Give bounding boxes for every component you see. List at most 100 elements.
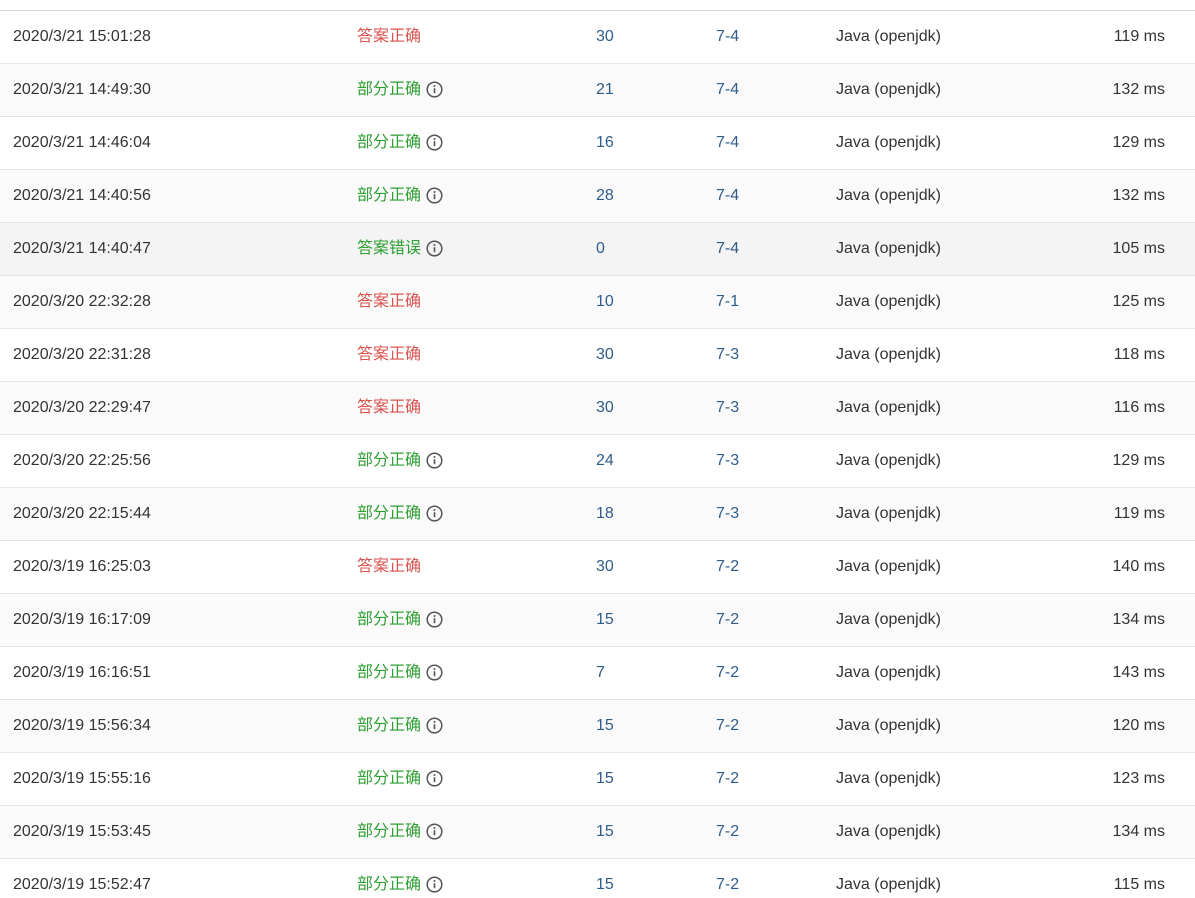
info-icon[interactable]: [426, 133, 443, 151]
score-link[interactable]: 15: [596, 700, 614, 752]
table-row: 2020/3/19 15:56:34 部分正确 15 7-2 Java (ope…: [0, 700, 1195, 753]
run-time: 129 ms: [1112, 134, 1165, 151]
submit-time: 2020/3/19 15:53:45: [13, 823, 151, 840]
judge-status: 部分正确: [357, 806, 443, 858]
submit-time: 2020/3/21 14:46:04: [13, 134, 151, 151]
run-time: 132 ms: [1112, 187, 1165, 204]
compiler-label: Java (openjdk): [836, 452, 941, 469]
judge-status-label: 部分正确: [357, 823, 422, 840]
judge-status: 答案错误: [357, 223, 443, 275]
problem-link[interactable]: 7-2: [716, 700, 739, 752]
judge-status-label: 部分正确: [357, 187, 422, 204]
judge-status-label: 部分正确: [357, 452, 422, 469]
compiler-label: Java (openjdk): [836, 611, 941, 628]
problem-link[interactable]: 7-3: [716, 435, 739, 487]
submit-time: 2020/3/21 14:40:56: [13, 187, 151, 204]
table-row: 2020/3/19 16:16:51 部分正确 7 7-2 Java (open…: [0, 647, 1195, 700]
judge-status-label: 答案正确: [357, 293, 422, 310]
judge-status-label: 答案正确: [357, 558, 422, 575]
judge-status: 部分正确: [357, 859, 443, 898]
judge-status: 答案正确: [357, 382, 421, 434]
run-time: 123 ms: [1112, 770, 1165, 787]
score-link[interactable]: 0: [596, 223, 605, 275]
info-icon[interactable]: [426, 716, 443, 734]
info-icon[interactable]: [426, 769, 443, 787]
submit-time: 2020/3/20 22:29:47: [13, 399, 151, 416]
table-row: 2020/3/19 15:52:47 部分正确 15 7-2 Java (ope…: [0, 859, 1195, 898]
score-link[interactable]: 30: [596, 382, 614, 434]
table-row: 2020/3/21 14:49:30 部分正确 21 7-4 Java (ope…: [0, 64, 1195, 117]
problem-link[interactable]: 7-2: [716, 541, 739, 593]
submit-time: 2020/3/21 14:40:47: [13, 240, 151, 257]
problem-link[interactable]: 7-2: [716, 647, 739, 699]
score-link[interactable]: 24: [596, 435, 614, 487]
submit-time: 2020/3/19 15:56:34: [13, 717, 151, 734]
info-icon[interactable]: [426, 451, 443, 469]
compiler-label: Java (openjdk): [836, 240, 941, 257]
info-icon[interactable]: [426, 504, 443, 522]
score-link[interactable]: 15: [596, 859, 614, 898]
table-row: 2020/3/20 22:25:56 部分正确 24 7-3 Java (ope…: [0, 435, 1195, 488]
score-link[interactable]: 16: [596, 117, 614, 169]
judge-status: 答案正确: [357, 541, 421, 593]
score-link[interactable]: 10: [596, 276, 614, 328]
judge-status: 部分正确: [357, 700, 443, 752]
run-time: 125 ms: [1112, 293, 1165, 310]
run-time: 134 ms: [1112, 611, 1165, 628]
submit-time: 2020/3/19 16:17:09: [13, 611, 151, 628]
info-icon[interactable]: [426, 80, 443, 98]
score-link[interactable]: 28: [596, 170, 614, 222]
run-time: 120 ms: [1112, 717, 1165, 734]
problem-link[interactable]: 7-1: [716, 276, 739, 328]
score-link[interactable]: 30: [596, 541, 614, 593]
score-link[interactable]: 15: [596, 806, 614, 858]
judge-status: 答案正确: [357, 11, 421, 63]
score-link[interactable]: 30: [596, 329, 614, 381]
info-icon[interactable]: [426, 239, 443, 257]
problem-link[interactable]: 7-4: [716, 117, 739, 169]
problem-link[interactable]: 7-2: [716, 806, 739, 858]
problem-link[interactable]: 7-2: [716, 594, 739, 646]
judge-status: 部分正确: [357, 117, 443, 169]
info-icon[interactable]: [426, 875, 443, 893]
problem-link[interactable]: 7-2: [716, 859, 739, 898]
info-icon[interactable]: [426, 186, 443, 204]
info-icon[interactable]: [426, 610, 443, 628]
judge-status-label: 部分正确: [357, 876, 422, 893]
score-link[interactable]: 15: [596, 753, 614, 805]
judge-status-label: 部分正确: [357, 717, 422, 734]
run-time: 115 ms: [1113, 876, 1165, 893]
problem-link[interactable]: 7-4: [716, 170, 739, 222]
submit-time: 2020/3/20 22:25:56: [13, 452, 151, 469]
compiler-label: Java (openjdk): [836, 876, 941, 893]
problem-link[interactable]: 7-3: [716, 488, 739, 540]
judge-status-label: 部分正确: [357, 134, 422, 151]
score-link[interactable]: 15: [596, 594, 614, 646]
table-top-border: [0, 0, 1195, 11]
submit-time: 2020/3/20 22:32:28: [13, 293, 151, 310]
run-time: 116 ms: [1113, 399, 1165, 416]
compiler-label: Java (openjdk): [836, 293, 941, 310]
judge-status: 部分正确: [357, 435, 443, 487]
problem-link[interactable]: 7-4: [716, 223, 739, 275]
info-icon[interactable]: [426, 663, 443, 681]
compiler-label: Java (openjdk): [836, 28, 941, 45]
problem-link[interactable]: 7-4: [716, 11, 739, 63]
info-icon[interactable]: [426, 822, 443, 840]
problem-link[interactable]: 7-3: [716, 329, 739, 381]
score-link[interactable]: 21: [596, 64, 614, 116]
table-row: 2020/3/20 22:29:47 答案正确 30 7-3 Java (ope…: [0, 382, 1195, 435]
score-link[interactable]: 30: [596, 11, 614, 63]
compiler-label: Java (openjdk): [836, 558, 941, 575]
table-row: 2020/3/21 14:46:04 部分正确 16 7-4 Java (ope…: [0, 117, 1195, 170]
score-link[interactable]: 7: [596, 647, 605, 699]
compiler-label: Java (openjdk): [836, 823, 941, 840]
table-row: 2020/3/20 22:32:28 答案正确 10 7-1 Java (ope…: [0, 276, 1195, 329]
problem-link[interactable]: 7-4: [716, 64, 739, 116]
run-time: 134 ms: [1112, 823, 1165, 840]
problem-link[interactable]: 7-3: [716, 382, 739, 434]
judge-status: 部分正确: [357, 488, 443, 540]
problem-link[interactable]: 7-2: [716, 753, 739, 805]
score-link[interactable]: 18: [596, 488, 614, 540]
judge-status: 部分正确: [357, 753, 443, 805]
